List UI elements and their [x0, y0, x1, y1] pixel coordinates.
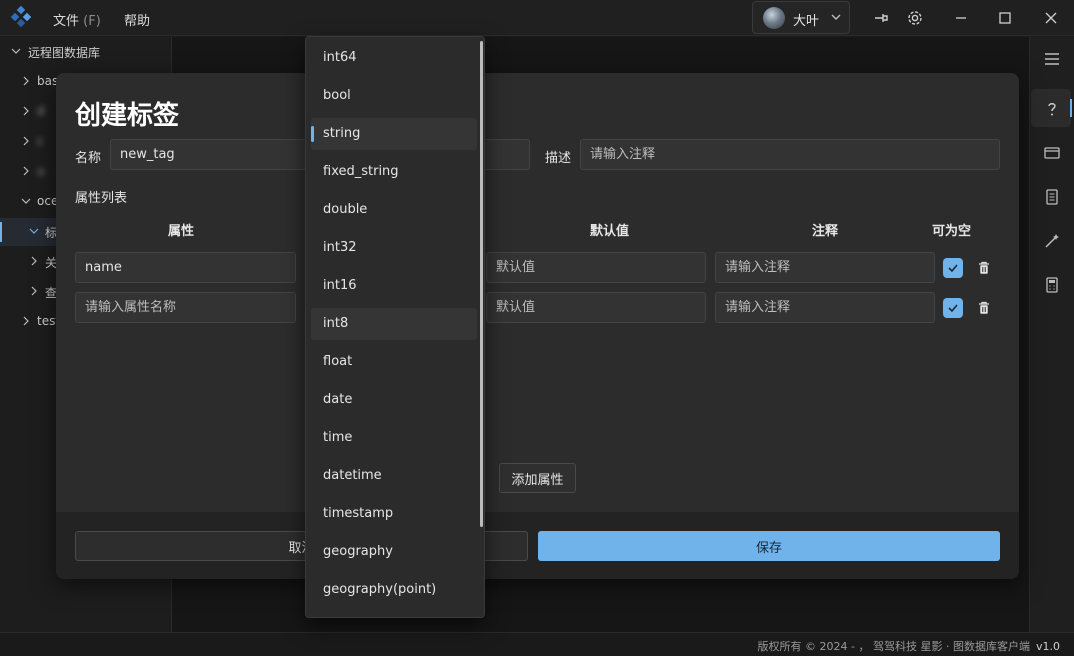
user-menu[interactable]: 大叶 — [752, 1, 850, 34]
dropdown-option[interactable]: geography(point) — [311, 574, 477, 606]
user-name: 大叶 — [793, 14, 820, 29]
tag-description-input[interactable] — [580, 139, 1000, 170]
chevron-right-icon — [23, 316, 29, 326]
column-property: 属性 — [168, 224, 195, 239]
menu-icon[interactable] — [1042, 49, 1062, 69]
wand-icon[interactable] — [1042, 231, 1062, 251]
version-text: v1.0 — [1035, 640, 1060, 653]
name-label: 名称 — [75, 151, 102, 166]
footer-text: 版权所有 © 2024 - ， 驾驾科技 星影 · 图数据库客户端 v1.0 — [758, 638, 1060, 654]
gear-icon[interactable] — [906, 9, 924, 27]
create-tag-dialog: 创建标签 名称 描述 属性列表 属性 默认值 注释 可为空 添加属性 取消 保存 — [56, 73, 1019, 579]
property-comment-input[interactable] — [715, 252, 935, 283]
tree-root-label: 远程图数据库 — [28, 46, 101, 60]
type-dropdown-menu: int64 bool string fixed_string double in… — [305, 36, 485, 618]
pin-icon[interactable] — [872, 9, 890, 27]
dropdown-option[interactable]: double — [311, 194, 477, 226]
copyright-text: 版权所有 © 2024 - ， 驾驾科技 星影 · 图数据库客户端 — [757, 640, 1030, 653]
menu-file-label: 文件 — [53, 14, 80, 29]
chevron-down-icon — [29, 228, 39, 234]
dropdown-option[interactable]: geography — [311, 536, 477, 568]
column-nullable: 可为空 — [932, 224, 972, 239]
dropdown-option-selected[interactable]: string — [311, 118, 477, 150]
document-icon[interactable] — [1042, 187, 1062, 207]
desc-label: 描述 — [545, 151, 572, 166]
dropdown-option[interactable]: bool — [311, 80, 477, 112]
chevron-right-icon — [23, 166, 29, 176]
menu-file-hint: (F) — [83, 14, 101, 29]
column-default: 默认值 — [590, 224, 630, 239]
chevron-right-icon — [23, 136, 29, 146]
chevron-right-icon — [31, 286, 37, 296]
help-icon[interactable] — [1042, 99, 1062, 119]
property-list-label: 属性列表 — [75, 191, 128, 206]
dropdown-option[interactable]: int16 — [311, 270, 477, 302]
maximize-icon[interactable] — [996, 9, 1014, 27]
property-default-input[interactable] — [486, 292, 706, 323]
card-icon[interactable] — [1042, 143, 1062, 163]
menu-file[interactable]: 文件 (F) — [53, 10, 101, 29]
nullable-checkbox[interactable] — [943, 298, 963, 318]
chevron-down-icon — [21, 198, 31, 204]
dialog-footer: 取消 保存 — [56, 512, 1019, 579]
dialog-title: 创建标签 — [75, 101, 180, 131]
dropdown-option[interactable]: timestamp — [311, 498, 477, 530]
dropdown-option[interactable]: int32 — [311, 232, 477, 264]
minimize-icon[interactable] — [952, 9, 970, 27]
property-name-input[interactable] — [75, 252, 296, 283]
right-toolbar — [1029, 37, 1074, 632]
dropdown-scrollbar[interactable] — [480, 41, 483, 527]
dropdown-option[interactable]: float — [311, 346, 477, 378]
check-icon — [948, 264, 958, 273]
dropdown-option-hovered[interactable]: int8 — [311, 308, 477, 340]
chevron-right-icon — [23, 106, 29, 116]
dropdown-option[interactable]: datetime — [311, 460, 477, 492]
nullable-checkbox[interactable] — [943, 258, 963, 278]
close-icon[interactable] — [1042, 9, 1060, 27]
tree-item-label: d — [37, 104, 45, 118]
chevron-down-icon — [11, 48, 21, 54]
dropdown-option[interactable]: date — [311, 384, 477, 416]
title-bar: 文件 (F) 帮助 大叶 — [0, 0, 1074, 36]
dropdown-option[interactable]: time — [311, 422, 477, 454]
property-comment-input[interactable] — [715, 292, 935, 323]
app-logo-icon — [10, 6, 32, 28]
tree-item-label: c — [37, 134, 44, 148]
trash-icon[interactable] — [976, 300, 992, 316]
chevron-right-icon — [31, 256, 37, 266]
property-name-input[interactable] — [75, 292, 296, 323]
tree-item-label: u — [37, 164, 45, 178]
add-property-button[interactable]: 添加属性 — [499, 463, 576, 493]
save-button[interactable]: 保存 — [538, 531, 1000, 561]
avatar — [763, 7, 785, 29]
menu-help[interactable]: 帮助 — [124, 10, 150, 29]
chevron-down-icon — [831, 14, 841, 20]
status-bar: 版权所有 © 2024 - ， 驾驾科技 星影 · 图数据库客户端 v1.0 — [0, 632, 1074, 656]
property-default-input[interactable] — [486, 252, 706, 283]
dropdown-option[interactable]: fixed_string — [311, 156, 477, 188]
column-comment: 注释 — [812, 224, 839, 239]
dropdown-option[interactable]: int64 — [311, 42, 477, 74]
check-icon — [948, 304, 958, 313]
tree-root-remote[interactable]: 远程图数据库 — [0, 38, 172, 66]
calculator-icon[interactable] — [1042, 275, 1062, 295]
chevron-right-icon — [23, 76, 29, 86]
trash-icon[interactable] — [976, 260, 992, 276]
